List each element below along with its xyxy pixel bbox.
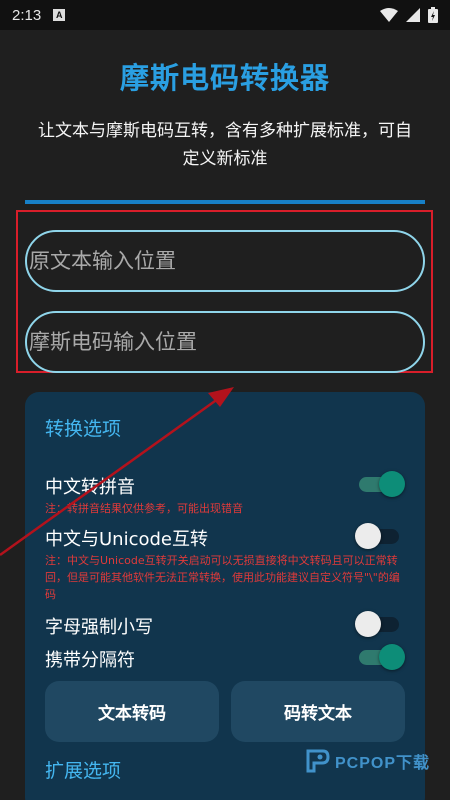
conversion-options-card: 转换选项 中文转拼音 注：转拼音结果仅供参考，可能出现错音 中文与Unicode… bbox=[25, 392, 425, 800]
pinyin-option-label: 中文转拼音 bbox=[45, 477, 135, 498]
signal-icon bbox=[406, 8, 420, 22]
morse-code-input[interactable] bbox=[25, 311, 425, 373]
pcpop-logo-icon bbox=[306, 749, 330, 773]
battery-icon bbox=[428, 7, 438, 23]
status-time: 2:13 bbox=[12, 6, 42, 24]
extension-options-heading: 扩展选项 bbox=[45, 760, 122, 782]
notification-a-icon: A bbox=[53, 9, 66, 21]
unicode-note: 注：中文与Unicode互转开关启动可以无损直接将中文转码且可以正常转回，但是可… bbox=[45, 554, 400, 601]
status-bar: 2:13 A bbox=[0, 0, 450, 30]
status-icons bbox=[380, 7, 438, 23]
app-subtitle: 让文本与摩斯电码互转，含有多种扩展标准，可自定义新标准 bbox=[38, 121, 412, 169]
header-divider bbox=[25, 200, 425, 204]
app-title: 摩斯电码转换器 bbox=[119, 61, 330, 95]
separator-option-label: 携带分隔符 bbox=[45, 650, 135, 671]
lowercase-option-label: 字母强制小写 bbox=[45, 617, 153, 638]
original-text-input[interactable] bbox=[25, 230, 425, 292]
encode-button[interactable]: 文本转码 bbox=[45, 681, 219, 742]
wifi-icon bbox=[380, 8, 398, 22]
watermark: PCPOP下载 bbox=[305, 748, 430, 774]
decode-button[interactable]: 码转文本 bbox=[231, 681, 405, 742]
unicode-toggle[interactable] bbox=[355, 522, 405, 550]
watermark-text: PCPOP下载 bbox=[335, 755, 431, 772]
pinyin-note: 注：转拼音结果仅供参考，可能出现错音 bbox=[45, 502, 243, 515]
lowercase-toggle[interactable] bbox=[355, 610, 405, 638]
unicode-option-label: 中文与Unicode互转 bbox=[45, 529, 208, 550]
pinyin-toggle[interactable] bbox=[355, 470, 405, 498]
conversion-options-heading: 转换选项 bbox=[45, 418, 122, 440]
separator-toggle[interactable] bbox=[355, 643, 405, 671]
